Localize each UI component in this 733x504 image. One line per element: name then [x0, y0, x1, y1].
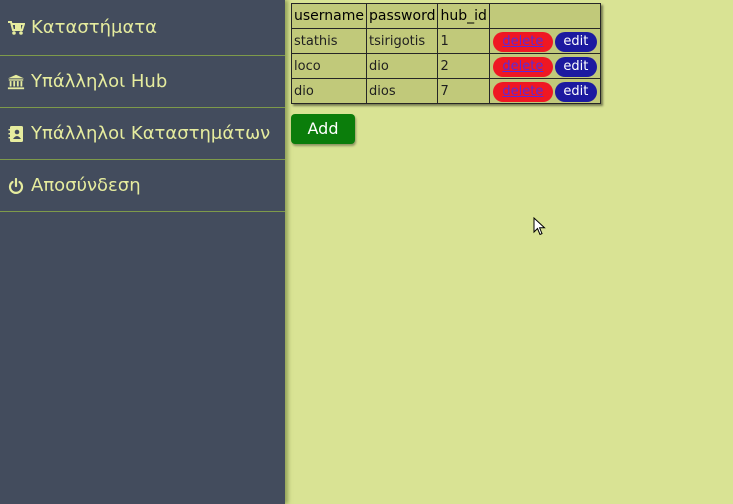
column-header-actions — [488, 3, 601, 29]
sidebar-item-label: Καταστήματα — [31, 17, 158, 38]
delete-button[interactable]: delete — [492, 31, 553, 52]
edit-button[interactable]: edit — [554, 56, 597, 77]
cell-actions: delete edit — [488, 53, 601, 79]
sidebar-item-label: Αποσύνδεση — [31, 175, 141, 196]
cell-password: tsirigotis — [365, 28, 439, 54]
table-header-row: username password hub_id — [291, 3, 601, 29]
sidebar-item-hub-employees[interactable]: Υπάλληλοι Hub — [0, 56, 285, 108]
column-header-username: username — [291, 3, 367, 29]
cell-actions: delete edit — [488, 28, 601, 54]
cell-username: dio — [291, 78, 367, 104]
sidebar-item-logout[interactable]: Αποσύνδεση — [0, 160, 285, 212]
cell-hub-id: 1 — [437, 28, 490, 54]
delete-button[interactable]: delete — [492, 56, 553, 77]
table-row: loco dio 2 delete edit — [291, 53, 601, 79]
contacts-book-icon — [7, 125, 25, 143]
column-header-password: password — [365, 3, 439, 29]
edit-button[interactable]: edit — [554, 31, 597, 52]
cell-password: dios — [365, 78, 439, 104]
main-content: username password hub_id stathis tsirigo… — [291, 3, 601, 144]
power-icon — [7, 177, 25, 195]
sidebar: Καταστήματα Υπάλληλοι Hub Υπάλληλοι Κατα… — [0, 0, 285, 504]
column-header-hub-id: hub_id — [437, 3, 490, 29]
sidebar-item-stores[interactable]: Καταστήματα — [0, 0, 285, 56]
sidebar-item-label: Υπάλληλοι Hub — [31, 71, 168, 92]
users-table: username password hub_id stathis tsirigo… — [291, 3, 601, 104]
cell-username: stathis — [291, 28, 367, 54]
edit-button[interactable]: edit — [554, 81, 597, 102]
add-button[interactable]: Add — [291, 114, 355, 144]
cell-hub-id: 2 — [437, 53, 490, 79]
cell-username: loco — [291, 53, 367, 79]
sidebar-item-label: Υπάλληλοι Καταστημάτων — [31, 123, 271, 144]
cell-actions: delete edit — [488, 78, 601, 104]
bank-icon — [7, 73, 25, 91]
table-row: stathis tsirigotis 1 delete edit — [291, 28, 601, 54]
cell-password: dio — [365, 53, 439, 79]
cart-icon — [7, 19, 25, 37]
cell-hub-id: 7 — [437, 78, 490, 104]
delete-button[interactable]: delete — [492, 81, 553, 102]
sidebar-item-store-employees[interactable]: Υπάλληλοι Καταστημάτων — [0, 108, 285, 160]
mouse-cursor-icon — [533, 217, 546, 236]
table-row: dio dios 7 delete edit — [291, 78, 601, 104]
